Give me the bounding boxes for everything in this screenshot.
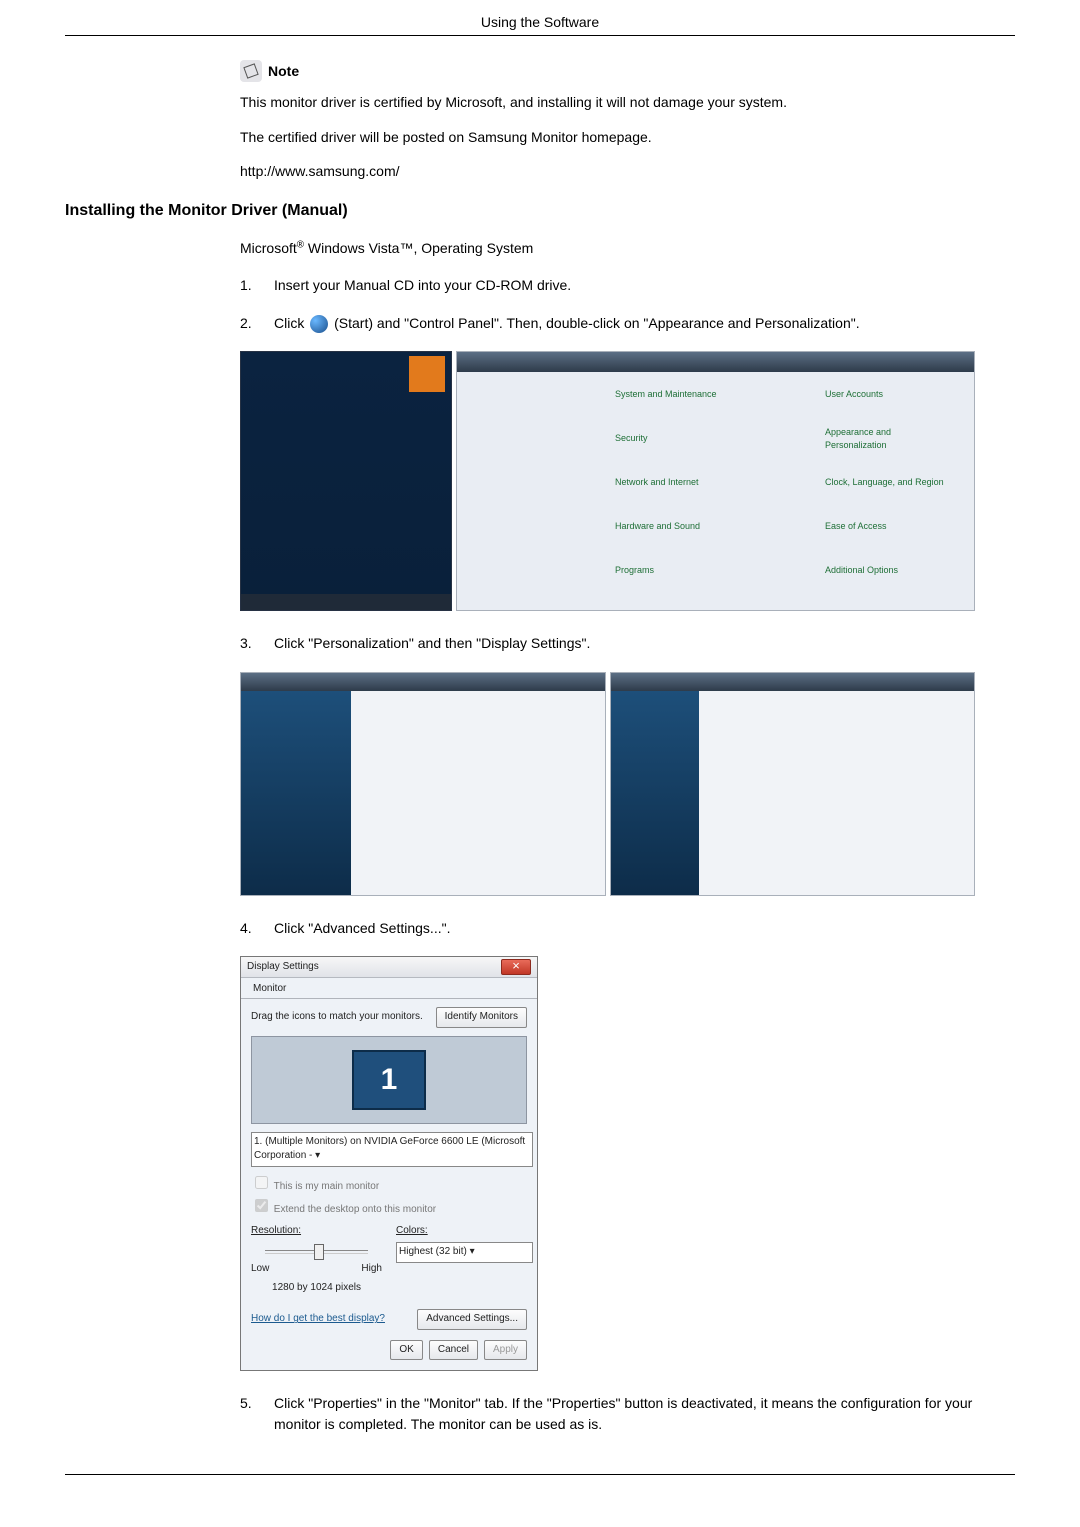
os-line: Microsoft® Windows Vista™, Operating Sys… [240, 238, 975, 258]
drag-instruction: Drag the icons to match your monitors. [251, 1010, 423, 1025]
step-3: 3. Click "Personalization" and then "Dis… [240, 633, 975, 653]
resolution-label: Resolution: [251, 1224, 382, 1239]
taskbar-search [241, 594, 451, 610]
cp-network: Network and Internet [615, 476, 699, 489]
cp-security: Security [615, 432, 648, 445]
monitor-preview-area[interactable]: 1 [251, 1036, 527, 1124]
personalization-right-sidebar [611, 691, 699, 895]
step-2-text-a: Click [274, 315, 308, 331]
cp-hardware: Hardware and Sound [615, 520, 700, 533]
footer-divider [65, 1474, 1015, 1475]
section-heading-text: Installing the Monitor Driver (Manual) [65, 202, 348, 219]
cp-ease: Ease of Access [825, 520, 887, 533]
step-2-number: 2. [240, 313, 274, 333]
display-device-value: 1. (Multiple Monitors) on NVIDIA GeForce… [254, 1136, 525, 1162]
colors-select[interactable]: Highest (32 bit) ▾ [396, 1242, 533, 1263]
monitor-1-icon[interactable]: 1 [352, 1050, 426, 1110]
personalization-left-sidebar [241, 691, 351, 895]
main-monitor-checkbox-input [255, 1176, 268, 1189]
cp-user-accounts: User Accounts [825, 388, 883, 401]
step-2: 2. Click (Start) and "Control Panel". Th… [240, 313, 975, 333]
ok-button[interactable]: OK [390, 1340, 422, 1361]
step-4-number: 4. [240, 918, 274, 938]
step-2-text-b: (Start) and "Control Panel". Then, doubl… [334, 315, 859, 331]
step-2-text: Click (Start) and "Control Panel". Then,… [274, 313, 975, 333]
note-icon [240, 60, 262, 82]
personalization-left-screenshot [240, 672, 606, 896]
section-heading: Installing the Monitor Driver (Manual) [65, 199, 1015, 222]
step-1-number: 1. [240, 275, 274, 295]
start-orb-icon [310, 315, 328, 333]
display-device-select[interactable]: 1. (Multiple Monitors) on NVIDIA GeForce… [251, 1132, 533, 1167]
extend-desktop-label: Extend the desktop onto this monitor [274, 1204, 436, 1215]
personalization-right-screenshot [610, 672, 976, 896]
reg-mark: ® [297, 240, 304, 251]
control-panel-screenshot: System and Maintenance User Accounts Sec… [456, 351, 975, 611]
start-menu-screenshot [240, 351, 452, 611]
cp-programs: Programs [615, 564, 654, 577]
personalization-left-titlebar [241, 673, 605, 691]
cp-additional: Additional Options [825, 564, 898, 577]
figure-personalization [240, 672, 975, 896]
resolution-slider-thumb[interactable] [314, 1244, 324, 1260]
advanced-settings-button[interactable]: Advanced Settings... [417, 1309, 527, 1330]
step-5-number: 5. [240, 1393, 274, 1434]
resolution-slider[interactable] [251, 1242, 382, 1260]
resolution-value: 1280 by 1024 pixels [251, 1281, 382, 1296]
identify-monitors-button[interactable]: Identify Monitors [436, 1007, 527, 1028]
cp-appearance: Appearance and Personalization [825, 426, 945, 452]
step-3-number: 3. [240, 633, 274, 653]
os-prefix: Microsoft [240, 240, 297, 256]
extend-desktop-checkbox: Extend the desktop onto this monitor [251, 1196, 527, 1218]
step-5: 5. Click "Properties" in the "Monitor" t… [240, 1393, 975, 1434]
step-1-text: Insert your Manual CD into your CD-ROM d… [274, 275, 975, 295]
figure-start-control-panel: System and Maintenance User Accounts Sec… [240, 351, 975, 611]
step-4: 4. Click "Advanced Settings...". [240, 918, 975, 938]
main-monitor-checkbox: This is my main monitor [251, 1173, 527, 1195]
step-5-text: Click "Properties" in the "Monitor" tab.… [274, 1393, 975, 1434]
figure-display-settings: Display Settings Monitor Drag the icons … [240, 956, 975, 1372]
note-url: http://www.samsung.com/ [240, 161, 975, 181]
note-label: Note [268, 61, 299, 81]
colors-label: Colors: [396, 1224, 527, 1239]
main-monitor-label: This is my main monitor [274, 1181, 380, 1192]
cancel-button[interactable]: Cancel [429, 1340, 478, 1361]
help-link[interactable]: How do I get the best display? [251, 1312, 385, 1327]
resolution-high: High [361, 1262, 382, 1277]
apply-button[interactable]: Apply [484, 1340, 527, 1361]
control-panel-titlebar [457, 352, 974, 372]
page-header: Using the Software [65, 12, 1015, 35]
user-picture-icon [409, 356, 445, 392]
note-line-2: The certified driver will be posted on S… [240, 127, 975, 147]
os-suffix: Windows Vista™, Operating System [304, 240, 533, 256]
resolution-low: Low [251, 1262, 269, 1277]
display-settings-dialog: Display Settings Monitor Drag the icons … [240, 956, 538, 1372]
header-divider [65, 35, 1015, 36]
cp-clock: Clock, Language, and Region [825, 476, 944, 489]
cp-system: System and Maintenance [615, 388, 717, 401]
note-line-1: This monitor driver is certified by Micr… [240, 92, 975, 112]
close-icon[interactable] [501, 959, 531, 975]
extend-desktop-checkbox-input [255, 1199, 268, 1212]
tab-monitor[interactable]: Monitor [247, 980, 292, 999]
step-4-text: Click "Advanced Settings...". [274, 918, 975, 938]
dialog-title: Display Settings [247, 960, 319, 975]
colors-value: Highest (32 bit) [399, 1246, 467, 1257]
note-body: This monitor driver is certified by Micr… [240, 92, 975, 181]
personalization-right-titlebar [611, 673, 975, 691]
step-1: 1. Insert your Manual CD into your CD-RO… [240, 275, 975, 295]
step-3-text: Click "Personalization" and then "Displa… [274, 633, 975, 653]
